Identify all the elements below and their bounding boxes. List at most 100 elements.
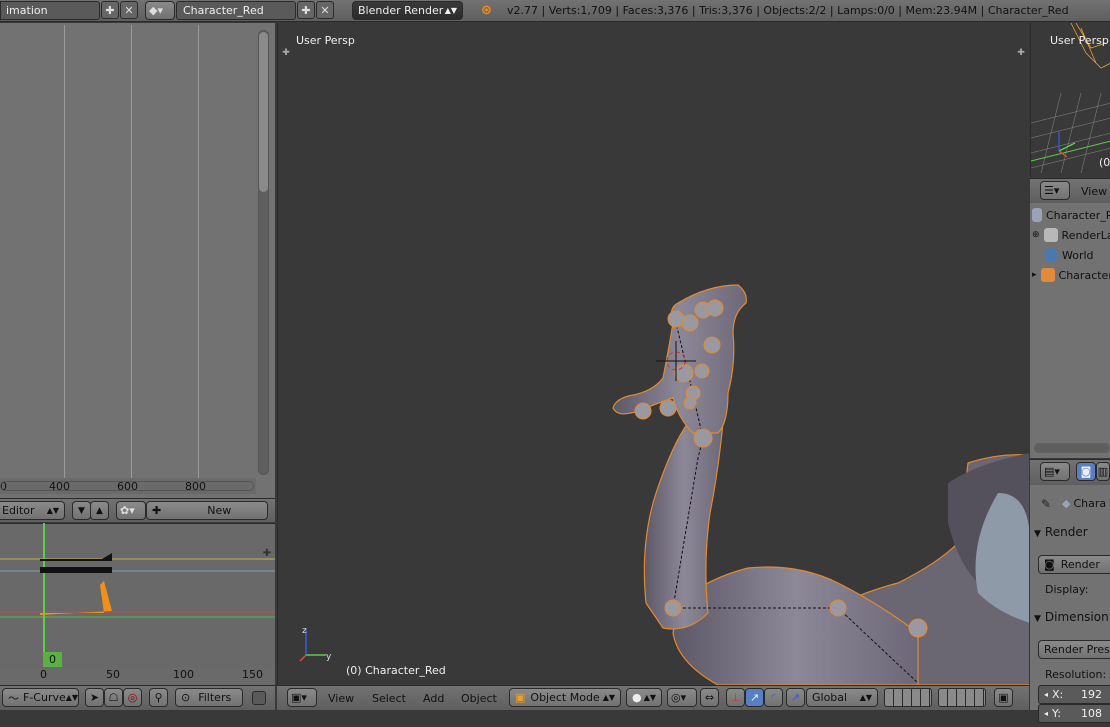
fcurve-mode-select[interactable]: 〜 F-Curve ▲▼ xyxy=(2,688,79,707)
orientation-label: Global xyxy=(812,691,848,704)
properties-toggle-icon[interactable]: ✚ xyxy=(1012,44,1030,62)
viewport-view-label: User Persp xyxy=(296,34,355,47)
close-layout-icon[interactable]: ✕ xyxy=(120,1,138,19)
datablock-browse-button[interactable]: ✿▾ xyxy=(116,501,146,520)
editor-type-label: Editor xyxy=(2,504,35,517)
layer-buttons-1[interactable] xyxy=(884,688,932,707)
res-y-value: 108 xyxy=(1081,707,1102,720)
ruler-tick: 100 xyxy=(173,668,194,681)
left-arrow-icon: ◂ xyxy=(1044,690,1049,699)
scene-name-field[interactable]: Character_Red xyxy=(176,1,296,20)
lock-layer-button[interactable]: ▣ xyxy=(994,688,1013,707)
cube-icon: ▣▾ xyxy=(291,691,307,704)
close-scene-icon[interactable]: ✕ xyxy=(316,1,334,19)
triangle-down-icon: ▼ xyxy=(1034,529,1041,539)
screen-layout-field[interactable]: imation xyxy=(0,1,100,20)
object-mode-icon: ▣ xyxy=(515,691,526,704)
render-button[interactable]: ◙ Render xyxy=(1038,555,1110,574)
armature-icon xyxy=(1040,268,1055,282)
grid-line xyxy=(131,25,132,483)
translate-manipulator[interactable]: ⊥ xyxy=(726,688,745,707)
left-editor-area[interactable] xyxy=(0,23,275,498)
outliner-type-select[interactable]: ☰▾ xyxy=(1040,181,1070,200)
orientation-select[interactable]: Global ▲▼ xyxy=(806,688,878,707)
search-button[interactable]: ⚲ xyxy=(149,688,168,707)
outliner-item[interactable]: World xyxy=(1044,245,1094,265)
resolution-y-field[interactable]: ◂ Y: 108 xyxy=(1038,704,1110,723)
select-only-button[interactable]: ➤ xyxy=(85,688,104,707)
pin-icon: ↗ xyxy=(790,691,801,704)
outliner-item[interactable]: ▸ Character xyxy=(1032,265,1110,285)
outliner-item-label: Character xyxy=(1058,268,1110,282)
menu-view[interactable]: View xyxy=(328,692,354,705)
render-context-tab[interactable]: ◙ xyxy=(1076,462,1096,481)
updown-arrows-icon: ▲▼ xyxy=(643,693,656,702)
menu-object[interactable]: Object xyxy=(461,692,497,705)
move-down-button[interactable]: ▼ xyxy=(72,501,91,520)
scene-type-button[interactable]: ◆▾ xyxy=(145,1,175,20)
current-frame-badge[interactable]: 0 xyxy=(43,652,62,667)
manipulator-toggle[interactable]: ⇔ xyxy=(700,688,719,707)
viewport-3d[interactable]: z y xyxy=(277,23,1029,685)
viewport-editor-type[interactable]: ▣▾ xyxy=(287,688,317,707)
left-editor-scroll-thumb[interactable] xyxy=(259,32,268,192)
outliner-item[interactable]: Character_Re xyxy=(1032,205,1110,225)
grid-line xyxy=(64,25,65,483)
cursor-arrow-icon: ➤ xyxy=(89,691,100,704)
svg-text:z: z xyxy=(302,626,307,636)
menu-add[interactable]: Add xyxy=(423,692,444,705)
rotate-manipulator[interactable]: ↗ xyxy=(745,688,764,707)
world-icon xyxy=(1044,248,1058,262)
scale-manipulator[interactable]: ◜ xyxy=(764,688,783,707)
outliner-item-label: World xyxy=(1062,248,1094,262)
svg-text:y: y xyxy=(326,652,332,662)
layer-buttons-2[interactable] xyxy=(938,688,986,707)
scene-icon: ◆▾ xyxy=(149,4,163,17)
scene-icon: ◆ xyxy=(1062,497,1071,510)
plus-icon: ✚ xyxy=(152,504,162,517)
add-layout-icon[interactable]: ✚ xyxy=(101,1,119,19)
menu-select[interactable]: Select xyxy=(372,692,406,705)
move-up-button[interactable]: ▲ xyxy=(90,501,109,520)
pivot-select[interactable]: ◎▾ xyxy=(667,688,697,707)
expand-icon: ⊕ xyxy=(1032,230,1040,240)
properties-icon: ▤▾ xyxy=(1044,465,1060,478)
expand-corner-icon[interactable]: ✚ xyxy=(258,544,276,562)
left-h-scrollbar[interactable] xyxy=(0,481,254,491)
new-button[interactable]: ✚ New xyxy=(146,501,268,520)
outliner-scrollbar[interactable] xyxy=(1034,443,1110,453)
updown-arrows-icon: ▲▼ xyxy=(65,693,79,702)
camera-icon: ▣ xyxy=(998,691,1009,704)
render-presets-select[interactable]: Render Prese xyxy=(1038,640,1110,659)
mode-select[interactable]: ▣ Object Mode ▲▼ xyxy=(509,688,621,707)
target-button[interactable]: ◎ xyxy=(123,688,142,707)
render-panel-header[interactable]: ▼ Render xyxy=(1034,525,1110,543)
outliner-view-menu[interactable]: View xyxy=(1081,185,1107,198)
fcurve-mode-label: F-Curve xyxy=(23,691,66,704)
graph-curves xyxy=(0,523,275,668)
pin-icon[interactable]: ✎ xyxy=(1041,497,1051,511)
properties-type-select[interactable]: ▤▾ xyxy=(1040,462,1070,481)
add-scene-icon[interactable]: ✚ xyxy=(297,1,315,19)
render-presets-label: Render Prese xyxy=(1044,643,1110,656)
sphere-icon: ● xyxy=(632,691,642,704)
resolution-x-field[interactable]: ◂ X: 192 xyxy=(1038,685,1110,704)
filters-button[interactable]: ⊙ Filters xyxy=(175,688,243,707)
render-engine-select[interactable]: Blender Render ▲▼ xyxy=(352,1,463,20)
editor-type-select[interactable]: Editor ▲▼ xyxy=(0,501,65,520)
outliner-item[interactable]: ⊕ RenderLa xyxy=(1032,225,1110,245)
dimensions-panel-header[interactable]: ▼ Dimension xyxy=(1034,610,1110,628)
mini-frame-label: (0 xyxy=(1099,156,1110,169)
filter-checkbox[interactable] xyxy=(252,691,266,705)
transform-manipulator[interactable]: ↗ xyxy=(786,688,805,707)
toolshelf-toggle-icon[interactable]: ✚ xyxy=(277,44,295,62)
res-x-label: X: xyxy=(1052,688,1064,701)
scene-icon xyxy=(1032,208,1042,222)
ruler-tick: 150 xyxy=(242,668,263,681)
shading-select[interactable]: ● ▲▼ xyxy=(626,688,662,707)
upper-arm-mesh xyxy=(672,566,919,685)
triangle-down-icon: ▼ xyxy=(1034,614,1041,624)
outliner-item-label: RenderLa xyxy=(1061,228,1110,242)
ghost-button[interactable]: ☖ xyxy=(104,688,123,707)
layers-context-tab[interactable]: ▥ xyxy=(1096,462,1110,481)
